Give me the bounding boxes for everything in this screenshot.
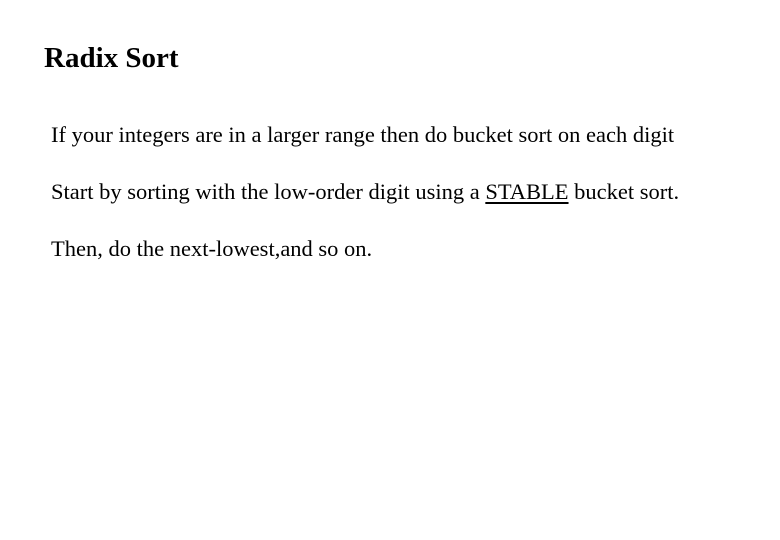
body-line-2-after: bucket sort.: [568, 179, 680, 204]
body-line-2-before: Start by sorting with the low-order digi…: [51, 179, 486, 204]
body-line-3: Then, do the next-lowest,and so on.: [51, 236, 373, 261]
stable-emphasis: STABLE: [485, 179, 569, 204]
slide-title: Radix Sort: [44, 42, 179, 74]
body-line-1: If your integers are in a larger range t…: [51, 122, 675, 147]
body-line-2: Start by sorting with the low-order digi…: [51, 177, 679, 207]
